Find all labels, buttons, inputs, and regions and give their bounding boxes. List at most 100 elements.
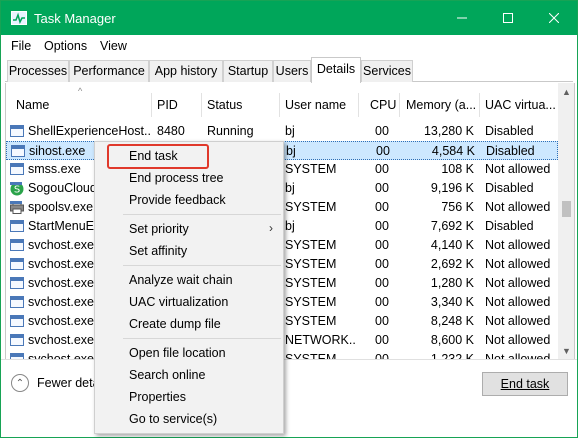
user-name-cell: NETWORK... — [285, 333, 357, 347]
maximize-icon — [503, 13, 513, 23]
user-name-cell: SYSTEM — [285, 276, 337, 290]
user-name-cell: bj — [285, 219, 295, 233]
uac-virtualization-cell: Not allowed — [485, 238, 551, 252]
memory-cell: 1,232 K — [430, 352, 474, 359]
tab-app-history[interactable]: App history — [149, 60, 223, 82]
cpu-cell: 00 — [375, 352, 389, 359]
context-menu-item-label: Analyze wait chain — [129, 273, 233, 287]
scroll-down-icon[interactable]: ▼ — [558, 342, 574, 359]
menu-options[interactable]: Options — [44, 39, 87, 53]
memory-cell: 756 K — [441, 200, 474, 214]
context-menu-item-end-task[interactable]: End task — [95, 145, 283, 167]
menu-file[interactable]: File — [11, 39, 31, 53]
context-menu-item-provide-feedback[interactable]: Provide feedback — [95, 189, 283, 211]
memory-cell: 9,196 K — [430, 181, 474, 195]
uac-virtualization-cell: Not allowed — [485, 276, 551, 290]
context-menu-item-properties[interactable]: Properties — [95, 386, 283, 408]
menu-view[interactable]: View — [100, 39, 127, 53]
close-button[interactable] — [531, 1, 577, 35]
user-name-cell: SYSTEM — [285, 352, 337, 359]
scroll-up-icon[interactable]: ▲ — [558, 83, 574, 100]
uac-virtualization-cell: Disabled — [485, 219, 534, 233]
memory-cell: 2,692 K — [430, 257, 474, 271]
tab-processes[interactable]: Processes — [7, 60, 69, 82]
context-menu-item-label: Create dump file — [129, 317, 221, 331]
column-separator[interactable] — [358, 93, 359, 117]
tab-details[interactable]: Details — [311, 57, 361, 83]
column-separator[interactable] — [479, 93, 480, 117]
context-menu-item-create-dump-file[interactable]: Create dump file — [95, 313, 283, 335]
app-window-icon — [10, 125, 24, 137]
chevron-up-icon[interactable]: ⌃ — [11, 374, 29, 392]
column-header-cpu[interactable]: CPU — [370, 98, 396, 112]
task-manager-window: Task Manager File Options View Processes… — [0, 0, 578, 438]
tab-services[interactable]: Services — [361, 60, 413, 82]
column-separator[interactable] — [201, 93, 202, 117]
cpu-cell: 00 — [375, 124, 389, 138]
memory-cell: 3,340 K — [430, 295, 474, 309]
context-menu-item-label: Go to service(s) — [129, 412, 218, 426]
context-menu-separator — [123, 338, 281, 339]
column-separator[interactable] — [151, 93, 152, 117]
svg-text:S: S — [14, 185, 20, 196]
uac-virtualization-cell: Not allowed — [485, 257, 551, 271]
table-row[interactable]: ShellExperienceHost... 8480 Running bj 00 13,… — [6, 122, 558, 141]
uac-virtualization-cell: Not allowed — [485, 200, 551, 214]
memory-cell: 1,280 K — [430, 276, 474, 290]
app-window-icon — [10, 163, 24, 175]
user-name-cell: bj — [285, 124, 295, 138]
context-menu-item-analyze-wait-chain[interactable]: Analyze wait chain — [95, 269, 283, 291]
context-menu-item-label: Set affinity — [129, 244, 188, 258]
uac-virtualization-cell: Not allowed — [485, 314, 551, 328]
minimize-button[interactable] — [439, 1, 485, 35]
user-name-cell: SYSTEM — [285, 238, 337, 252]
context-menu-item-set-priority[interactable]: Set priority › — [95, 218, 283, 240]
cpu-cell: 00 — [375, 181, 389, 195]
title-bar[interactable]: Task Manager — [1, 1, 577, 35]
minimize-icon — [457, 17, 467, 19]
cpu-cell: 00 — [375, 238, 389, 252]
tab-users[interactable]: Users — [273, 60, 311, 82]
memory-cell: 7,692 K — [430, 219, 474, 233]
column-header-uac-virtualization[interactable]: UAC virtua... — [485, 98, 556, 112]
cpu-cell: 00 — [375, 295, 389, 309]
maximize-button[interactable] — [485, 1, 531, 35]
context-menu-item-label: Properties — [129, 390, 186, 404]
end-task-button[interactable]: End task — [482, 372, 568, 396]
context-menu-item-label: End process tree — [129, 171, 224, 185]
context-menu-item-uac-virtualization[interactable]: UAC virtualization — [95, 291, 283, 313]
tab-startup[interactable]: Startup — [223, 60, 273, 82]
user-name-cell: SYSTEM — [285, 295, 337, 309]
column-separator[interactable] — [279, 93, 280, 117]
scrollbar-thumb[interactable] — [562, 201, 571, 217]
column-header-user-name[interactable]: User name — [285, 98, 346, 112]
context-menu-item-set-affinity[interactable]: Set affinity — [95, 240, 283, 262]
context-menu-separator — [123, 214, 281, 215]
fewer-details-link[interactable]: Fewer deta — [37, 376, 100, 390]
user-name-cell: SYSTEM — [285, 314, 337, 328]
cpu-cell: 00 — [375, 276, 389, 290]
task-manager-app-icon — [11, 11, 27, 25]
app-window-icon — [10, 296, 24, 308]
tab-bar: Processes Performance App history Startu… — [1, 57, 577, 83]
sort-ascending-icon: ^ — [78, 86, 83, 96]
uac-virtualization-cell: Disabled — [485, 124, 534, 138]
column-header-memory[interactable]: Memory (a... — [406, 98, 476, 112]
app-window-icon — [10, 220, 24, 232]
column-separator[interactable] — [399, 93, 400, 117]
column-header-status[interactable]: Status — [207, 98, 242, 112]
column-header-name[interactable]: Name — [16, 98, 49, 112]
user-name-cell: SYSTEM — [285, 162, 337, 176]
tab-performance[interactable]: Performance — [69, 60, 149, 82]
user-name-cell: SYSTEM — [285, 257, 337, 271]
app-window-icon — [10, 239, 24, 251]
context-menu-item-end-process-tree[interactable]: End process tree — [95, 167, 283, 189]
context-menu-item-go-to-service-s[interactable]: Go to service(s) — [95, 408, 283, 430]
context-menu-item-open-file-location[interactable]: Open file location — [95, 342, 283, 364]
uac-virtualization-cell: Disabled — [486, 144, 535, 158]
cpu-cell: 00 — [375, 314, 389, 328]
vertical-scrollbar[interactable]: ▲ ▼ — [558, 83, 574, 359]
context-menu-item-label: Search online — [129, 368, 206, 382]
context-menu-item-search-online[interactable]: Search online — [95, 364, 283, 386]
column-header-pid[interactable]: PID — [157, 98, 178, 112]
